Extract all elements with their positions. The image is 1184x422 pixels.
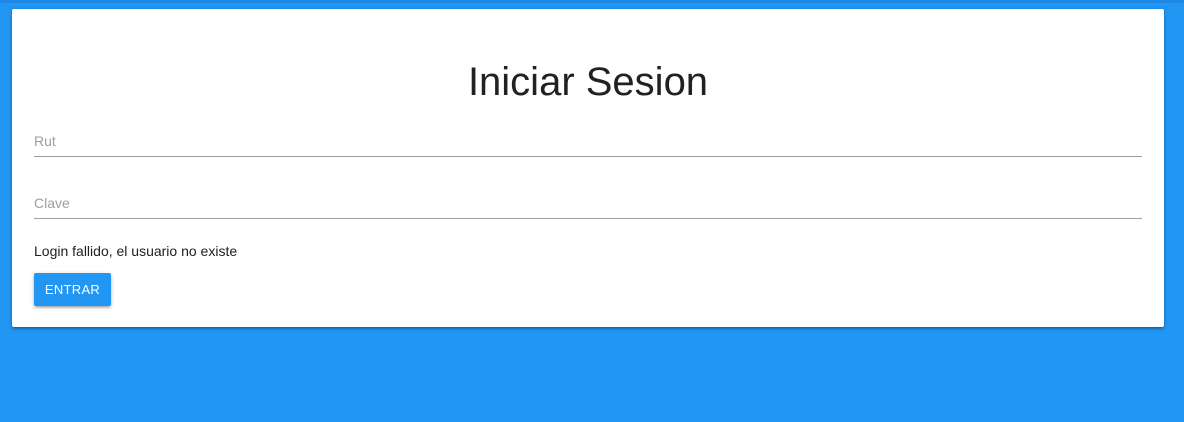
login-card: Iniciar Sesion Login fallido, el usuario…: [12, 9, 1164, 327]
page-title: Iniciar Sesion: [467, 60, 709, 104]
top-strip: [0, 0, 1184, 3]
clave-field[interactable]: [34, 188, 1142, 219]
rut-input[interactable]: [34, 126, 1142, 156]
clave-input[interactable]: [34, 188, 1142, 218]
login-error-message: Login fallido, el usuario no existe: [34, 243, 238, 259]
rut-field[interactable]: [34, 126, 1142, 157]
submit-button[interactable]: ENTRAR: [34, 273, 111, 306]
